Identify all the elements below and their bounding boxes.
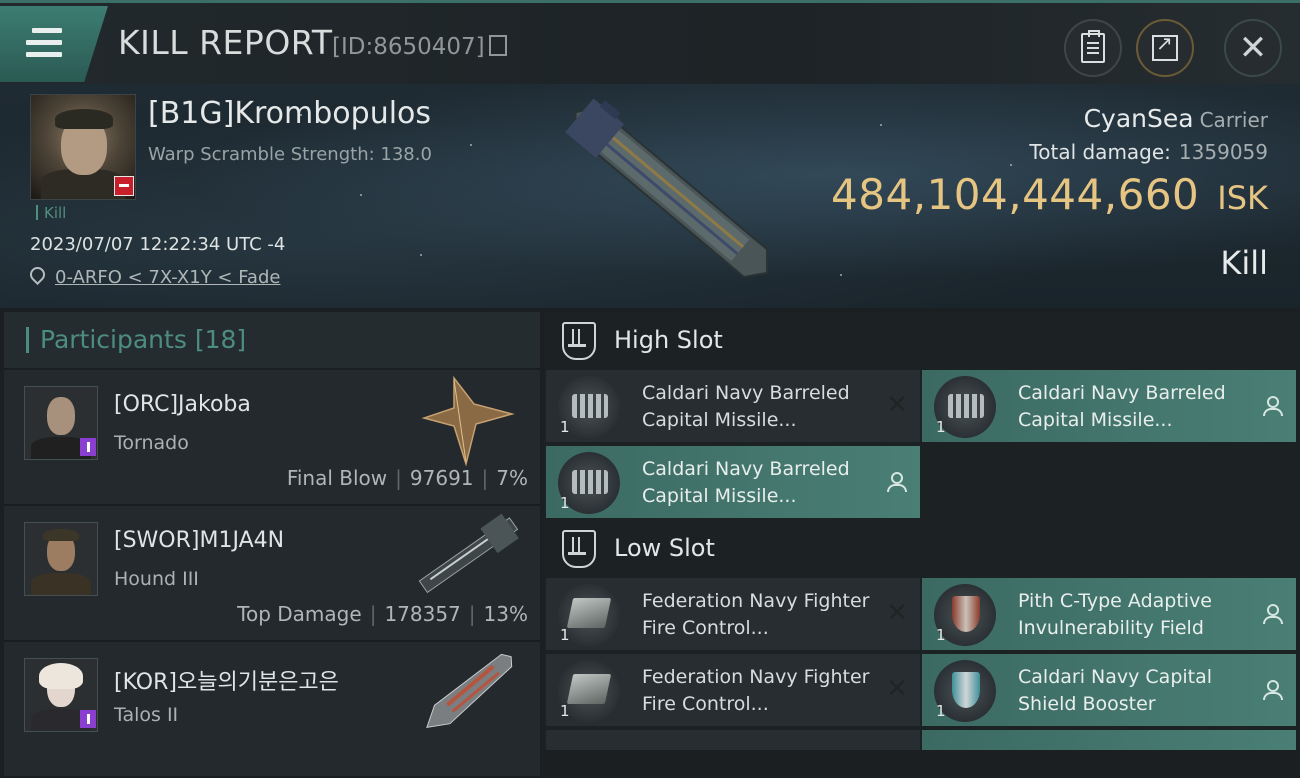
participant-row[interactable]: [SWOR]M1JA4N Hound III Top Damage | 178357… <box>4 506 540 642</box>
participant-row[interactable]: [ORC]Jakoba Tornado Final Blow | 97691 | 7% <box>4 370 540 506</box>
dropped-person-icon <box>1262 604 1283 624</box>
module-name: Federation Navy Fighter Fire Control... <box>642 666 870 715</box>
kill-location[interactable]: 0-ARFO < 7X-X1Y < Fade <box>26 263 280 288</box>
copy-icon[interactable] <box>488 35 507 56</box>
menu-icon <box>26 28 62 64</box>
module-item-partial[interactable] <box>546 730 920 750</box>
module-item-partial[interactable] <box>922 730 1296 750</box>
outcome-label: Kill <box>1220 244 1268 282</box>
location-link[interactable]: 0-ARFO < 7X-X1Y < Fade <box>55 267 280 288</box>
page-title: KILL REPORT <box>118 23 333 62</box>
menu-button[interactable] <box>0 6 108 82</box>
participant-damage: 178357 <box>384 602 461 626</box>
participant-ship-image <box>426 653 513 728</box>
participant-role: Top Damage <box>237 602 362 626</box>
isk-loss: 484,104,444,660 ISK <box>831 170 1268 219</box>
low-slot-label: Low Slot <box>614 534 715 562</box>
header-bar: KILL REPORT [ID:8650407] ✕ <box>0 0 1300 87</box>
high-slot-icon <box>562 322 596 360</box>
alpha-status-icon <box>80 710 96 728</box>
isk-unit: ISK <box>1217 179 1268 217</box>
module-name: Caldari Navy Capital Shield Booster <box>1018 666 1213 715</box>
module-quantity: 1 <box>560 418 570 436</box>
share-icon <box>1152 31 1178 61</box>
module-item[interactable]: 1 Federation Navy Fighter Fire Control..… <box>546 578 920 650</box>
dropped-person-icon <box>1262 680 1283 700</box>
module-quantity: 1 <box>936 702 946 720</box>
close-icon: ✕ <box>1238 28 1268 68</box>
destroyed-icon: ✕ <box>886 390 908 420</box>
victim-ship[interactable]: CyanSea Carrier <box>1084 104 1268 133</box>
participant-ship: Tornado <box>114 432 189 454</box>
victim-banner: [B1G]Krombopulos Warp Scramble Strength:… <box>0 84 1300 308</box>
participant-name: [KOR]오늘의기분은고은 <box>114 670 339 695</box>
close-button[interactable]: ✕ <box>1224 19 1282 77</box>
participant-stats: Top Damage | 178357 | 13% <box>237 602 528 626</box>
participants-label: Participants [18] <box>40 325 247 354</box>
module-item[interactable]: 1 Caldari Navy Barreled Capital Missile.… <box>546 446 920 518</box>
participants-count: [18] <box>194 325 247 354</box>
dropped-person-icon <box>886 472 907 492</box>
alpha-status-icon <box>80 438 96 456</box>
report-id-text: [ID:8650407] <box>332 34 485 60</box>
module-item[interactable]: 1 Caldari Navy Barreled Capital Missile.… <box>922 370 1296 442</box>
clipboard-button[interactable] <box>1064 19 1122 77</box>
participants-header[interactable]: Participants [18] <box>4 312 540 369</box>
module-quantity: 1 <box>936 418 946 436</box>
participant-name: [ORC]Jakoba <box>114 392 251 417</box>
fitting-panel: High Slot 1 Caldari Navy Barreled Capita… <box>544 312 1300 750</box>
module-item[interactable]: 1 Pith C-Type Adaptive Invulnerability F… <box>922 578 1296 650</box>
low-slot-header: Low Slot <box>544 520 1300 578</box>
participant-damage: 97691 <box>409 466 474 490</box>
low-slot-icon <box>562 530 596 568</box>
high-slot-header: High Slot <box>544 312 1300 370</box>
participant-row[interactable]: [KOR]오늘의기분은고은 Talos II <box>4 642 540 778</box>
warp-scramble-strength: Warp Scramble Strength: 138.0 <box>148 144 432 165</box>
victim-ship-name: CyanSea <box>1083 104 1194 133</box>
total-damage-value: 1359059 <box>1178 140 1268 164</box>
report-id[interactable]: [ID:8650407] <box>332 34 507 60</box>
module-name: Caldari Navy Barreled Capital Missile... <box>642 458 850 507</box>
participant-name: [SWOR]M1JA4N <box>114 528 285 553</box>
module-quantity: 1 <box>560 626 570 644</box>
hostile-status-icon <box>114 176 134 196</box>
participant-ship-image <box>421 375 515 466</box>
destroyed-icon: ✕ <box>886 598 908 628</box>
total-damage-label: Total damage: <box>1029 140 1171 164</box>
participant-percent: 13% <box>483 602 528 626</box>
kill-timestamp: 2023/07/07 12:22:34 UTC -4 <box>30 234 286 255</box>
module-quantity: 1 <box>936 626 946 644</box>
participant-ship: Hound III <box>114 568 199 590</box>
participant-role: Final Blow <box>286 466 388 490</box>
isk-value: 484,104,444,660 <box>831 170 1200 219</box>
dropped-person-icon <box>1262 396 1283 416</box>
victim-ship-class: Carrier <box>1199 108 1268 132</box>
module-item[interactable]: 1 Caldari Navy Barreled Capital Missile.… <box>546 370 920 442</box>
module-item[interactable]: 1 Caldari Navy Capital Shield Booster <box>922 654 1296 726</box>
module-quantity: 1 <box>560 494 570 512</box>
victim-name[interactable]: [B1G]Krombopulos <box>148 96 431 131</box>
module-item[interactable]: 1 Federation Navy Fighter Fire Control..… <box>546 654 920 726</box>
victim-ship-image[interactable] <box>520 84 820 308</box>
destroyed-icon: ✕ <box>886 674 908 704</box>
participants-panel: Participants [18] [ORC]Jakoba Tornado Fi… <box>4 312 540 778</box>
location-pin-icon <box>26 263 49 286</box>
module-name: Pith C-Type Adaptive Invulnerability Fie… <box>1018 590 1212 639</box>
module-quantity: 1 <box>560 702 570 720</box>
module-name: Caldari Navy Barreled Capital Missile... <box>642 382 850 431</box>
clipboard-icon <box>1081 30 1105 63</box>
total-damage: Total damage: 1359059 <box>1029 140 1268 164</box>
kill-tag: Kill <box>36 204 66 222</box>
high-slot-label: High Slot <box>614 326 723 354</box>
module-name: Caldari Navy Barreled Capital Missile... <box>1018 382 1226 431</box>
participant-avatar[interactable] <box>24 522 98 596</box>
share-button[interactable] <box>1136 19 1194 77</box>
participant-stats: Final Blow | 97691 | 7% <box>286 466 528 490</box>
participant-ship-image <box>418 513 519 594</box>
module-name: Federation Navy Fighter Fire Control... <box>642 590 870 639</box>
participant-ship: Talos II <box>114 704 179 726</box>
participant-percent: 7% <box>496 466 528 490</box>
